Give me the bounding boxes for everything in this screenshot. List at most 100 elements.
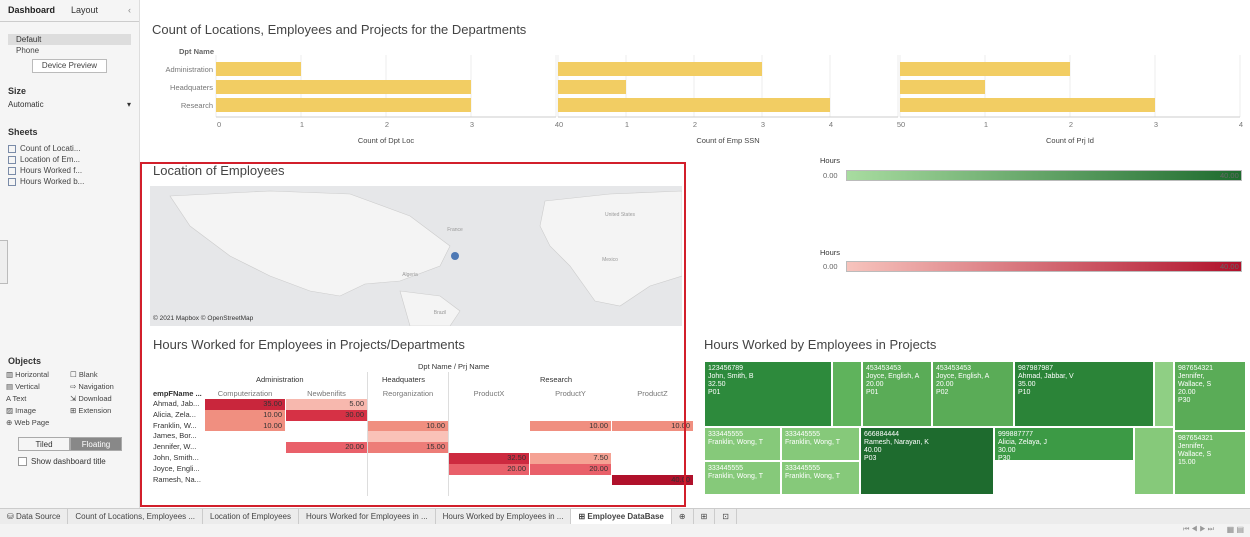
- bar[interactable]: [558, 80, 626, 94]
- tile-text: 20.00: [866, 381, 884, 388]
- tab-dashboard[interactable]: Dashboard: [0, 0, 63, 21]
- tile-text: 40.00: [864, 447, 882, 454]
- device-default[interactable]: Default: [8, 34, 131, 45]
- tick-label: 3: [761, 120, 765, 129]
- sheet-item[interactable]: Location of Em...: [0, 154, 139, 165]
- treemap-tile[interactable]: 999887777 Alicia, Zelaya, J 30.00 P30: [994, 427, 1134, 461]
- tile-text: 453453453: [936, 365, 972, 372]
- tile-text: Franklin, Wong, T: [785, 439, 840, 446]
- tile-text: 20.00: [1178, 389, 1196, 396]
- object-blank[interactable]: ☐ Blank: [70, 370, 134, 379]
- tab-sheet[interactable]: Hours Worked by Employees in ...: [436, 509, 572, 524]
- bar[interactable]: [900, 62, 1070, 76]
- panel-resize-handle[interactable]: [0, 240, 8, 284]
- tile-text: P30: [1178, 397, 1191, 404]
- tile-text: 987654321: [1178, 365, 1214, 372]
- tile-text: Franklin, Wong, T: [708, 439, 763, 446]
- treemap-tile[interactable]: [1134, 427, 1174, 495]
- bar[interactable]: [216, 62, 301, 76]
- tab-sheet[interactable]: Hours Worked for Employees in ...: [299, 509, 436, 524]
- sheet-item[interactable]: Count of Locati...: [0, 143, 139, 154]
- object-label: Image: [15, 406, 37, 415]
- treemap-tile[interactable]: 987987987 Ahmad, Jabbar, V 35.00 P10: [1014, 361, 1154, 427]
- tab-dashboard-active[interactable]: ⊞ Employee DataBase: [571, 509, 672, 524]
- tile-text: 333445555: [785, 465, 821, 472]
- object-navigation[interactable]: ⇨ Navigation: [70, 382, 134, 391]
- objects-section-label: Objects: [8, 356, 42, 366]
- object-label: Extension: [78, 406, 112, 415]
- legend-green-bar: [846, 170, 1242, 181]
- treemap-tile[interactable]: 666884444 Ramesh, Narayan, K 40.00 P03: [860, 427, 994, 495]
- tile-text: 666884444: [864, 431, 900, 438]
- view-toggle-icons[interactable]: ▦ ▤: [1227, 525, 1244, 534]
- sheet-label: Hours Worked b...: [20, 177, 85, 186]
- tab-data-source[interactable]: ⛁ Data Source: [0, 509, 69, 524]
- object-extension[interactable]: ⊞ Extension: [70, 406, 134, 415]
- treemap-tile[interactable]: 333445555 Franklin, Wong, T: [781, 427, 860, 461]
- object-label: Download: [78, 394, 112, 403]
- bar[interactable]: [900, 80, 985, 94]
- bar[interactable]: [558, 62, 762, 76]
- tick-label: 1: [984, 120, 988, 129]
- collapse-panel-icon[interactable]: ‹: [120, 0, 139, 21]
- show-title-checkbox[interactable]: Show dashboard title: [0, 451, 140, 472]
- object-web-page[interactable]: ⊕ Web Page: [6, 418, 70, 427]
- tile-text: 30.00: [998, 447, 1016, 454]
- treemap-tile[interactable]: 333445555 Franklin, Wong, T: [704, 461, 781, 495]
- treemap-tile[interactable]: 453453453 Joyce, English, A 20.00 P01: [862, 361, 932, 427]
- tile-text: 987654321: [1178, 435, 1214, 442]
- size-dropdown[interactable]: Automatic ▾: [0, 96, 139, 113]
- tile-text: Joyce, English, A: [936, 373, 990, 380]
- tick-label: 2: [693, 120, 697, 129]
- tab-sheet[interactable]: Location of Employees: [203, 509, 299, 524]
- bar[interactable]: [558, 98, 830, 112]
- object-vertical[interactable]: ▤ Vertical: [6, 382, 70, 391]
- tile-text: 333445555: [708, 431, 744, 438]
- bar[interactable]: [216, 98, 471, 112]
- object-text[interactable]: A Text: [6, 394, 70, 403]
- treemap-tile[interactable]: 987654321 Jennifer, Wallace, S 20.00 P30: [1174, 361, 1246, 431]
- category-label: Research: [181, 101, 213, 110]
- checkbox-icon: [18, 457, 27, 466]
- dashboard-side-panel: Dashboard Layout ‹ Default Phone Device …: [0, 0, 140, 508]
- tab-layout[interactable]: Layout: [63, 0, 106, 21]
- bar[interactable]: [900, 98, 1155, 112]
- treemap-title: Hours Worked by Employees in Projects: [704, 337, 937, 352]
- new-sheet-icon[interactable]: ⊕: [672, 509, 694, 524]
- page-nav-icons[interactable]: ⏮ ◀ ▶ ⏭: [1183, 526, 1214, 534]
- legend-green-max: 40.00: [1220, 171, 1239, 180]
- object-label: Text: [12, 394, 27, 403]
- object-label: Vertical: [15, 382, 40, 391]
- side-panel-tabs: Dashboard Layout ‹: [0, 0, 139, 22]
- tile-text: Ahmad, Jabbar, V: [1018, 373, 1074, 380]
- sheet-item[interactable]: Hours Worked f...: [0, 165, 139, 176]
- legend-green-title: Hours: [820, 156, 841, 165]
- treemap-tile[interactable]: 987654321 Jennifer, Wallace, S 15.00: [1174, 431, 1246, 495]
- treemap-tile[interactable]: 123456789 John, Smith, B 32.50 P01: [704, 361, 832, 427]
- treemap-tile[interactable]: [832, 361, 862, 427]
- sheet-label: Hours Worked f...: [20, 166, 83, 175]
- object-horizontal[interactable]: ▥ Horizontal: [6, 370, 70, 379]
- tile-text: 35.00: [1018, 381, 1036, 388]
- treemap-tile[interactable]: 333445555 Franklin, Wong, T: [704, 427, 781, 461]
- object-download[interactable]: ⇲ Download: [70, 394, 134, 403]
- bar[interactable]: [216, 80, 471, 94]
- floating-button[interactable]: Floating: [70, 437, 122, 451]
- sheet-item[interactable]: Hours Worked b...: [0, 176, 139, 187]
- treemap-tile[interactable]: [1154, 361, 1174, 427]
- tile-text: P01: [866, 389, 879, 396]
- sheet-label: Count of Locati...: [20, 144, 81, 153]
- device-preview-button[interactable]: Device Preview: [32, 59, 107, 73]
- legend-red-min: 0.00: [823, 262, 838, 271]
- new-dashboard-icon[interactable]: ⊞: [694, 509, 716, 524]
- category-label: Administration: [165, 65, 213, 74]
- status-bar: ⏮ ◀ ▶ ⏭ ▦ ▤: [0, 524, 1250, 537]
- tiled-button[interactable]: Tiled: [18, 437, 70, 451]
- treemap-tile[interactable]: 453453453 Joyce, English, A 20.00 P02: [932, 361, 1014, 427]
- tick-label: 4: [1239, 120, 1243, 129]
- new-story-icon[interactable]: ⊡: [715, 509, 737, 524]
- device-phone[interactable]: Phone: [0, 45, 139, 56]
- treemap-tile[interactable]: 333445555 Franklin, Wong, T: [781, 461, 860, 495]
- tab-sheet[interactable]: Count of Locations, Employees ...: [68, 509, 204, 524]
- object-image[interactable]: ▨ Image: [6, 406, 70, 415]
